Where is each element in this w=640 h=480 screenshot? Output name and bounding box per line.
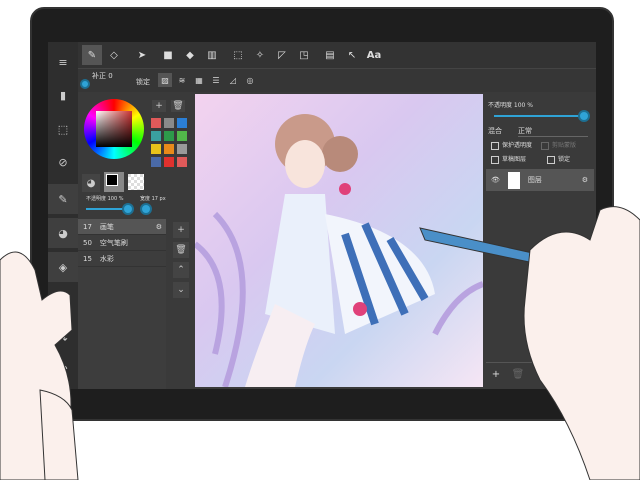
- hands-and-stylus: [0, 206, 640, 480]
